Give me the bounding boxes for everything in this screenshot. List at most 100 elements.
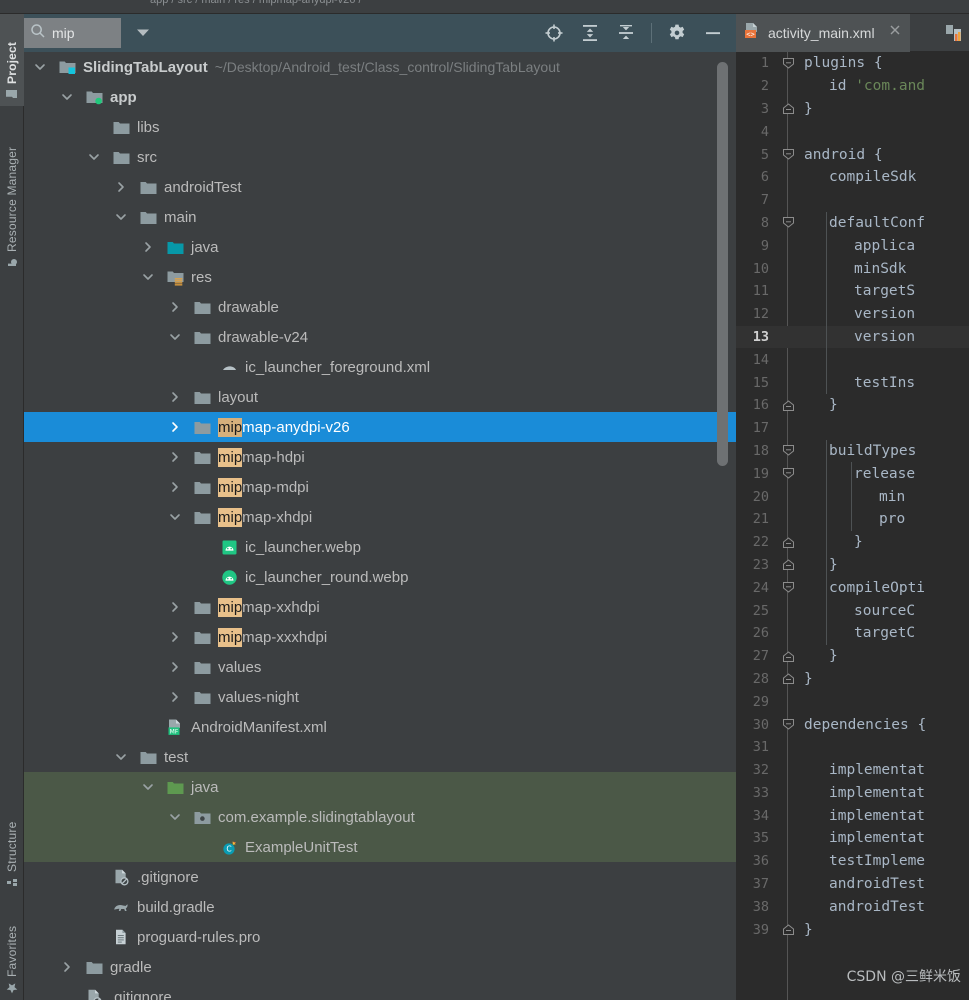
chevron-right-icon[interactable] bbox=[140, 239, 156, 255]
chevron-right-icon[interactable] bbox=[167, 299, 183, 315]
chevron-down-icon[interactable] bbox=[140, 779, 156, 795]
code-line[interactable]: 26 targetC bbox=[736, 622, 969, 645]
tree-row-androidtest[interactable]: androidTest bbox=[24, 172, 736, 202]
fold-expanded-icon[interactable] bbox=[776, 148, 800, 161]
chevron-right-icon[interactable] bbox=[167, 479, 183, 495]
select-opened-file-icon[interactable] bbox=[543, 22, 565, 44]
fold-expanded-icon[interactable] bbox=[776, 57, 800, 70]
tree-row-ic-launcher-webp[interactable]: ic_launcher.webp bbox=[24, 532, 736, 562]
project-tree[interactable]: SlidingTabLayout ~/Desktop/Android_test/C… bbox=[24, 52, 736, 1000]
tool-window-button-favorites[interactable]: Favorites bbox=[0, 904, 24, 1000]
code-line[interactable]: 6 compileSdk bbox=[736, 166, 969, 189]
tree-row-slidingtablayout[interactable]: SlidingTabLayout ~/Desktop/Android_test/C… bbox=[24, 52, 736, 82]
tree-row-androidmanifest-xml[interactable]: MF AndroidManifest.xml bbox=[24, 712, 736, 742]
code-line[interactable]: 32 implementat bbox=[736, 759, 969, 782]
code-line[interactable]: 39} bbox=[736, 918, 969, 941]
code-line[interactable]: 29 bbox=[736, 690, 969, 713]
tree-row--gitignore[interactable]: .gitignore bbox=[24, 982, 736, 1000]
code-line[interactable]: 30 dependencies { bbox=[736, 713, 969, 736]
fold-end-icon[interactable] bbox=[776, 923, 800, 936]
chevron-right-icon[interactable] bbox=[167, 419, 183, 435]
tree-row-java[interactable]: java bbox=[24, 772, 736, 802]
chevron-down-icon[interactable] bbox=[86, 149, 102, 165]
design-preview-icon[interactable] bbox=[943, 22, 969, 44]
tree-row-exampleunittest[interactable]: C ExampleUnitTest bbox=[24, 832, 736, 862]
code-line[interactable]: 35 implementat bbox=[736, 827, 969, 850]
code-line[interactable]: 17 bbox=[736, 417, 969, 440]
code-line[interactable]: 21 pro bbox=[736, 508, 969, 531]
code-line[interactable]: 25 sourceC bbox=[736, 599, 969, 622]
tree-row-mipmap-mdpi[interactable]: mipmap-mdpi bbox=[24, 472, 736, 502]
collapse-all-icon[interactable] bbox=[615, 22, 637, 44]
chevron-down-icon[interactable] bbox=[167, 809, 183, 825]
tree-row-proguard-rules-pro[interactable]: proguard-rules.pro bbox=[24, 922, 736, 952]
tree-row-app[interactable]: app bbox=[24, 82, 736, 112]
chevron-right-icon[interactable] bbox=[167, 599, 183, 615]
tree-row-ic-launcher-foreground-xml[interactable]: ic_launcher_foreground.xml bbox=[24, 352, 736, 382]
fold-end-icon[interactable] bbox=[776, 558, 800, 571]
code-line[interactable]: 19 release bbox=[736, 462, 969, 485]
code-line[interactable]: 16} bbox=[736, 394, 969, 417]
tree-row-build-gradle[interactable]: build.gradle bbox=[24, 892, 736, 922]
code-line[interactable]: 13 version bbox=[736, 325, 969, 349]
code-line[interactable]: 27} bbox=[736, 645, 969, 668]
fold-end-icon[interactable] bbox=[776, 102, 800, 115]
hide-icon[interactable] bbox=[702, 22, 724, 44]
chevron-right-icon[interactable] bbox=[113, 179, 129, 195]
tree-row--gitignore[interactable]: .gitignore bbox=[24, 862, 736, 892]
chevron-down-icon[interactable] bbox=[113, 209, 129, 225]
code-line[interactable]: 4 bbox=[736, 120, 969, 143]
code-line[interactable]: 22} bbox=[736, 531, 969, 554]
code-line[interactable]: 5 android { bbox=[736, 143, 969, 166]
tree-row-drawable[interactable]: drawable bbox=[24, 292, 736, 322]
fold-expanded-icon[interactable] bbox=[776, 467, 800, 480]
tree-row-libs[interactable]: libs bbox=[24, 112, 736, 142]
tree-row-ic-launcher-round-webp[interactable]: ic_launcher_round.webp bbox=[24, 562, 736, 592]
editor-tab-activity-main[interactable]: <> activity_main.xml bbox=[736, 14, 910, 52]
fold-end-icon[interactable] bbox=[776, 536, 800, 549]
tree-row-values-night[interactable]: values-night bbox=[24, 682, 736, 712]
code-view[interactable]: 1 plugins {2 id 'com.and 3} 4 5 android {6 comp… bbox=[736, 52, 969, 1000]
tree-row-mipmap-xhdpi[interactable]: mipmap-xhdpi bbox=[24, 502, 736, 532]
chevron-down-icon[interactable] bbox=[167, 329, 183, 345]
chevron-down-icon[interactable] bbox=[113, 749, 129, 765]
code-line[interactable]: 10 minSdk bbox=[736, 257, 969, 280]
code-line[interactable]: 34 implementat bbox=[736, 804, 969, 827]
code-line[interactable]: 12 version bbox=[736, 303, 969, 326]
fold-end-icon[interactable] bbox=[776, 672, 800, 685]
code-line[interactable]: 1 plugins { bbox=[736, 52, 969, 75]
code-line[interactable]: 37 androidTest bbox=[736, 873, 969, 896]
code-line[interactable]: 28} bbox=[736, 668, 969, 691]
tree-row-mipmap-xxhdpi[interactable]: mipmap-xxhdpi bbox=[24, 592, 736, 622]
code-line[interactable]: 8 defaultConf bbox=[736, 212, 969, 235]
code-line[interactable]: 14 bbox=[736, 348, 969, 371]
chevron-right-icon[interactable] bbox=[167, 629, 183, 645]
tree-row-res[interactable]: res bbox=[24, 262, 736, 292]
code-line[interactable]: 9 applica bbox=[736, 234, 969, 257]
close-icon[interactable] bbox=[888, 23, 902, 42]
tree-row-com-example-slidingtablayout[interactable]: com.example.slidingtablayout bbox=[24, 802, 736, 832]
code-line[interactable]: 2 id 'com.and bbox=[736, 75, 969, 98]
tree-row-drawable-v24[interactable]: drawable-v24 bbox=[24, 322, 736, 352]
code-line[interactable]: 3} bbox=[736, 98, 969, 121]
chevron-right-icon[interactable] bbox=[167, 659, 183, 675]
tree-row-mipmap-anydpi-v26[interactable]: mipmap-anydpi-v26 bbox=[24, 412, 736, 442]
code-line[interactable]: 7 bbox=[736, 189, 969, 212]
tool-window-button-resource-manager[interactable]: Resource Manager bbox=[0, 124, 24, 274]
code-line[interactable]: 38 androidTest bbox=[736, 895, 969, 918]
tree-row-test[interactable]: test bbox=[24, 742, 736, 772]
code-line[interactable]: 36 testImpleme bbox=[736, 850, 969, 873]
chevron-right-icon[interactable] bbox=[167, 449, 183, 465]
tree-row-mipmap-hdpi[interactable]: mipmap-hdpi bbox=[24, 442, 736, 472]
tree-row-java[interactable]: java bbox=[24, 232, 736, 262]
tree-row-gradle[interactable]: gradle bbox=[24, 952, 736, 982]
code-line[interactable]: 31 bbox=[736, 736, 969, 759]
tool-window-button-project[interactable]: Project bbox=[0, 14, 24, 106]
chevron-right-icon[interactable] bbox=[59, 959, 75, 975]
tool-window-button-structure[interactable]: Structure bbox=[0, 794, 24, 894]
search-input[interactable]: mip bbox=[24, 18, 121, 48]
tree-row-layout[interactable]: layout bbox=[24, 382, 736, 412]
code-line[interactable]: 11 targetS bbox=[736, 280, 969, 303]
project-view-selector[interactable] bbox=[121, 18, 165, 48]
tree-row-main[interactable]: main bbox=[24, 202, 736, 232]
